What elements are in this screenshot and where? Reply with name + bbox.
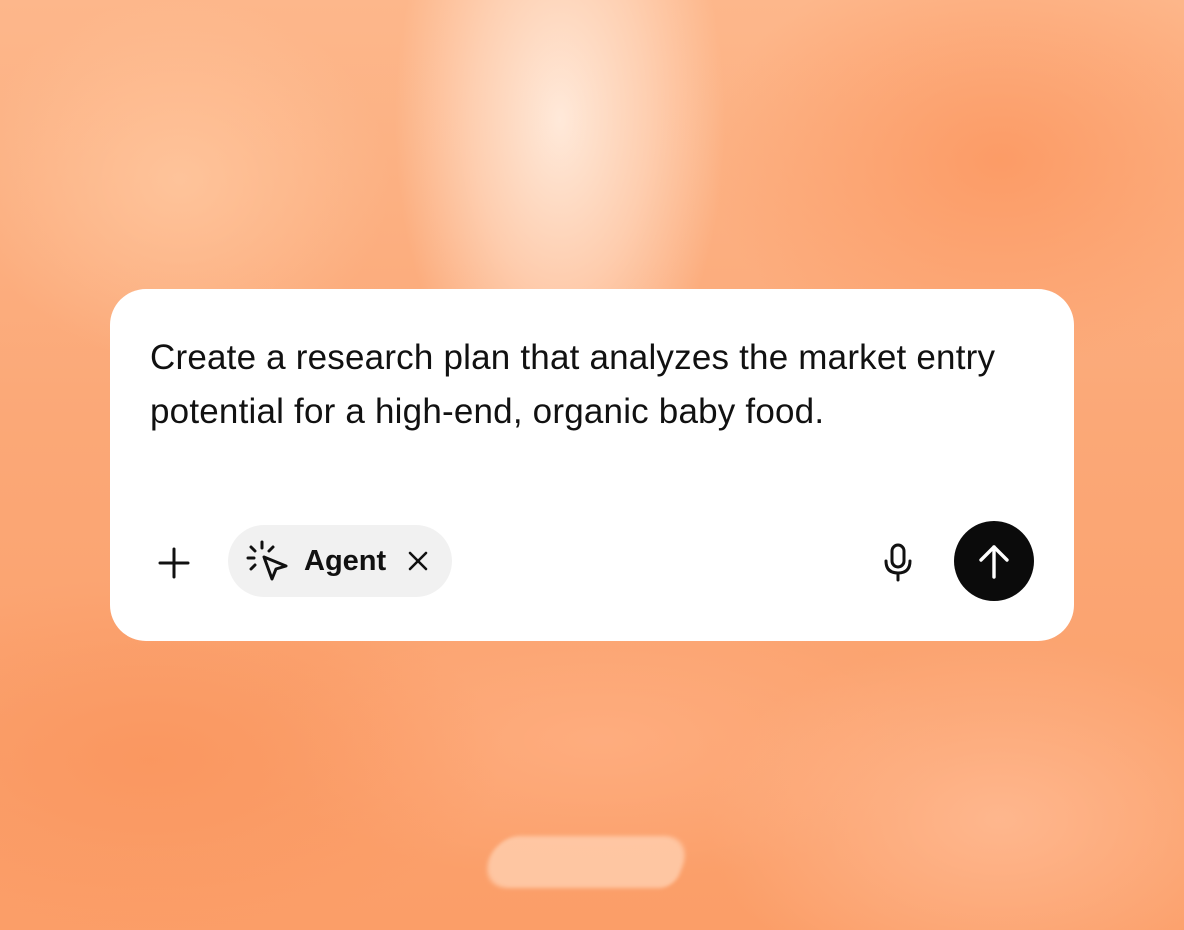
arrow-up-icon <box>979 545 1009 579</box>
add-button[interactable] <box>152 541 196 585</box>
microphone-icon <box>884 543 912 582</box>
prompt-input[interactable]: Create a research plan that analyzes the… <box>150 331 1020 439</box>
background-smudge <box>478 836 694 888</box>
send-button[interactable] <box>954 521 1034 601</box>
cursor-sparkle-icon <box>246 539 290 583</box>
agent-mode-chip[interactable]: Agent <box>228 525 452 597</box>
agent-chip-label: Agent <box>304 544 387 577</box>
microphone-button[interactable] <box>874 539 922 587</box>
close-icon[interactable] <box>404 547 432 575</box>
prompt-composer: Create a research plan that analyzes the… <box>110 289 1074 641</box>
plus-icon <box>158 547 190 579</box>
